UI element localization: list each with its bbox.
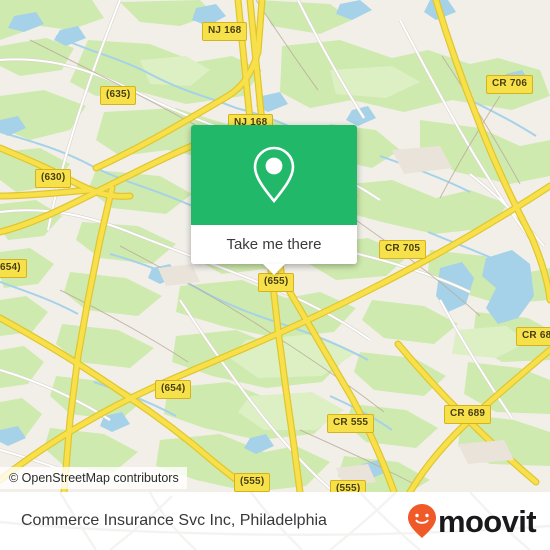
road-shield[interactable]: CR 689 — [444, 405, 492, 424]
road-shield[interactable]: (654) — [155, 380, 192, 399]
moovit-logo[interactable]: moovit — [407, 503, 537, 539]
road-shield[interactable]: CR 705 — [379, 240, 427, 259]
road-shield[interactable]: CR 706 — [486, 75, 534, 94]
map-canvas[interactable]: NJ 168 (635) CR 706 NJ 168 (630) CR 705 … — [0, 0, 550, 492]
map-pin-icon — [253, 146, 295, 204]
location-popup[interactable]: Take me there — [191, 125, 357, 275]
road-shield[interactable]: NJ 168 — [202, 22, 248, 41]
road-shield[interactable]: CR 555 — [327, 414, 375, 433]
map-screenshot-root: NJ 168 (635) CR 706 NJ 168 (630) CR 705 … — [0, 0, 550, 550]
road-shield[interactable]: (635) — [100, 86, 137, 105]
road-shield[interactable]: (555) — [234, 473, 271, 492]
moovit-wordmark: moovit — [437, 503, 537, 539]
moovit-smiley-pin-icon — [407, 504, 436, 538]
popup-header — [191, 125, 357, 225]
page-title: Commerce Insurance Svc Inc, Philadelphia — [21, 512, 327, 529]
take-me-there-label: Take me there — [226, 236, 322, 253]
road-shield[interactable]: (630) — [35, 169, 72, 188]
popup-tail — [263, 264, 285, 275]
road-shield[interactable]: 654) — [0, 259, 27, 278]
take-me-there-button[interactable]: Take me there — [191, 225, 357, 264]
map-attribution[interactable]: © OpenStreetMap contributors — [0, 467, 187, 489]
bottom-info-bar: Commerce Insurance Svc Inc, Philadelphia… — [0, 492, 550, 550]
road-shield[interactable]: (655) — [258, 273, 295, 292]
road-shield[interactable]: (555) — [330, 480, 367, 492]
road-shield[interactable]: CR 68 — [516, 327, 550, 346]
